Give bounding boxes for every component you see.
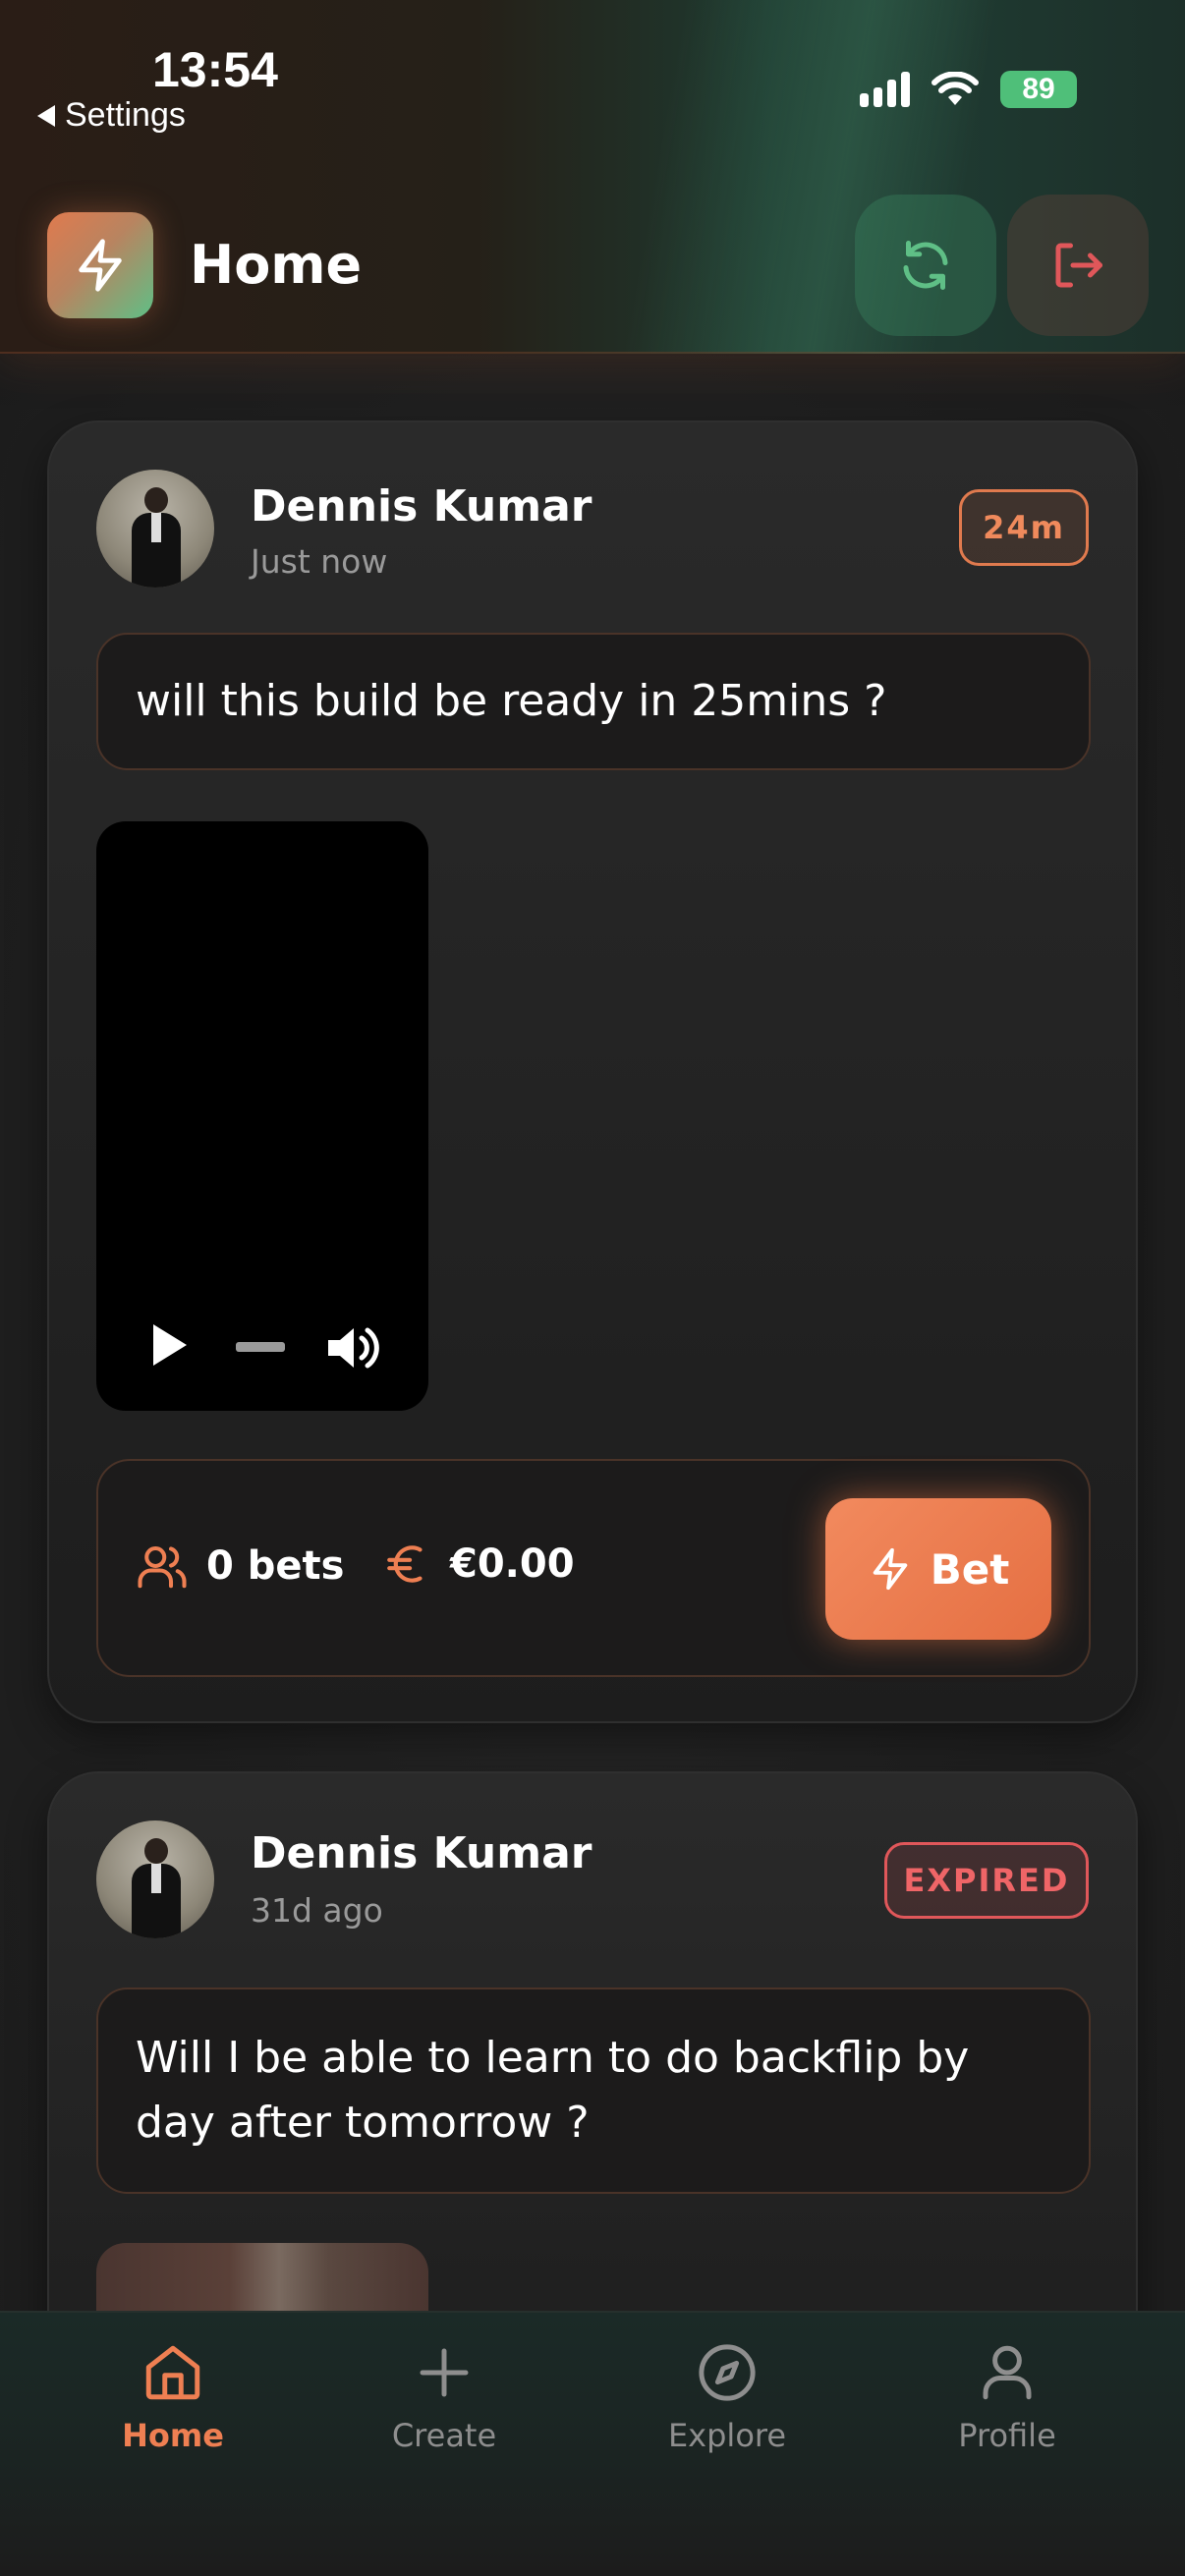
bet-amount-text: €0.00 bbox=[450, 1541, 575, 1587]
time-remaining-badge: 24m bbox=[959, 489, 1089, 566]
post-question-text: Will I be able to learn to do backflip b… bbox=[136, 2033, 970, 2148]
bet-panel: 0 bets €0.00 Bet bbox=[96, 1459, 1091, 1677]
page-title: Home bbox=[190, 234, 363, 296]
status-indicators: 89 bbox=[860, 71, 1077, 108]
app-logo bbox=[47, 212, 153, 318]
battery-level: 89 bbox=[1022, 73, 1055, 105]
nav-home[interactable]: Home bbox=[75, 2340, 271, 2468]
nav-create-label: Create bbox=[391, 2417, 497, 2454]
bets-count-text: 0 bets bbox=[206, 1543, 345, 1589]
volume-icon[interactable] bbox=[324, 1320, 383, 1375]
refresh-icon bbox=[903, 241, 948, 290]
back-label: Settings bbox=[65, 96, 186, 134]
status-time: 13:54 bbox=[152, 42, 278, 97]
cellular-signal-icon bbox=[860, 72, 910, 107]
avatar[interactable] bbox=[96, 1820, 214, 1938]
bets-count: 0 bets bbox=[136, 1540, 344, 1593]
compass-icon bbox=[699, 2344, 756, 2401]
header-area: 13:54 Settings 89 Home bbox=[0, 0, 1185, 354]
avatar[interactable] bbox=[96, 470, 214, 588]
bet-amount: €0.00 bbox=[383, 1540, 575, 1589]
bottom-navigation: Home Create Explore Profile bbox=[0, 2311, 1185, 2576]
bet-button-label: Bet bbox=[930, 1544, 1010, 1594]
video-progress-bar[interactable] bbox=[236, 1342, 285, 1352]
post-question: Will I be able to learn to do backflip b… bbox=[96, 1988, 1091, 2194]
post-question: will this build be ready in 25mins ? bbox=[96, 633, 1091, 770]
expired-badge: EXPIRED bbox=[884, 1842, 1089, 1919]
post-time-ago: 31d ago bbox=[251, 1891, 383, 1930]
post-question-text: will this build be ready in 25mins ? bbox=[136, 676, 887, 726]
logout-button[interactable] bbox=[1007, 195, 1149, 336]
back-to-settings[interactable]: Settings bbox=[37, 96, 186, 135]
post-card[interactable]: Dennis Kumar Just now 24m will this buil… bbox=[47, 420, 1138, 1723]
lightning-icon bbox=[79, 239, 122, 292]
nav-create[interactable]: Create bbox=[346, 2340, 542, 2468]
refresh-button[interactable] bbox=[855, 195, 996, 336]
nav-home-label: Home bbox=[122, 2417, 224, 2454]
nav-profile[interactable]: Profile bbox=[909, 2340, 1105, 2468]
post-author: Dennis Kumar bbox=[251, 1828, 592, 1878]
post-time-ago: Just now bbox=[251, 542, 388, 581]
nav-profile-label: Profile bbox=[958, 2417, 1056, 2454]
nav-explore-label: Explore bbox=[667, 2417, 787, 2454]
video-player[interactable] bbox=[96, 821, 428, 1411]
post-author: Dennis Kumar bbox=[251, 481, 592, 532]
nav-explore[interactable]: Explore bbox=[629, 2340, 825, 2468]
bet-button[interactable]: Bet bbox=[825, 1498, 1051, 1640]
user-icon bbox=[983, 2345, 1032, 2400]
home-screen: 13:54 Settings 89 Home Dennis Kumar Just… bbox=[0, 0, 1185, 2576]
lightning-icon bbox=[873, 1547, 907, 1591]
logout-icon bbox=[1055, 243, 1102, 288]
users-icon bbox=[138, 1545, 187, 1589]
plus-icon bbox=[420, 2348, 469, 2397]
play-icon[interactable] bbox=[153, 1324, 187, 1366]
back-arrow-icon bbox=[37, 104, 55, 127]
wifi-icon bbox=[931, 72, 979, 105]
euro-icon bbox=[387, 1545, 423, 1583]
battery-icon: 89 bbox=[1000, 71, 1077, 108]
home-icon bbox=[145, 2345, 200, 2400]
